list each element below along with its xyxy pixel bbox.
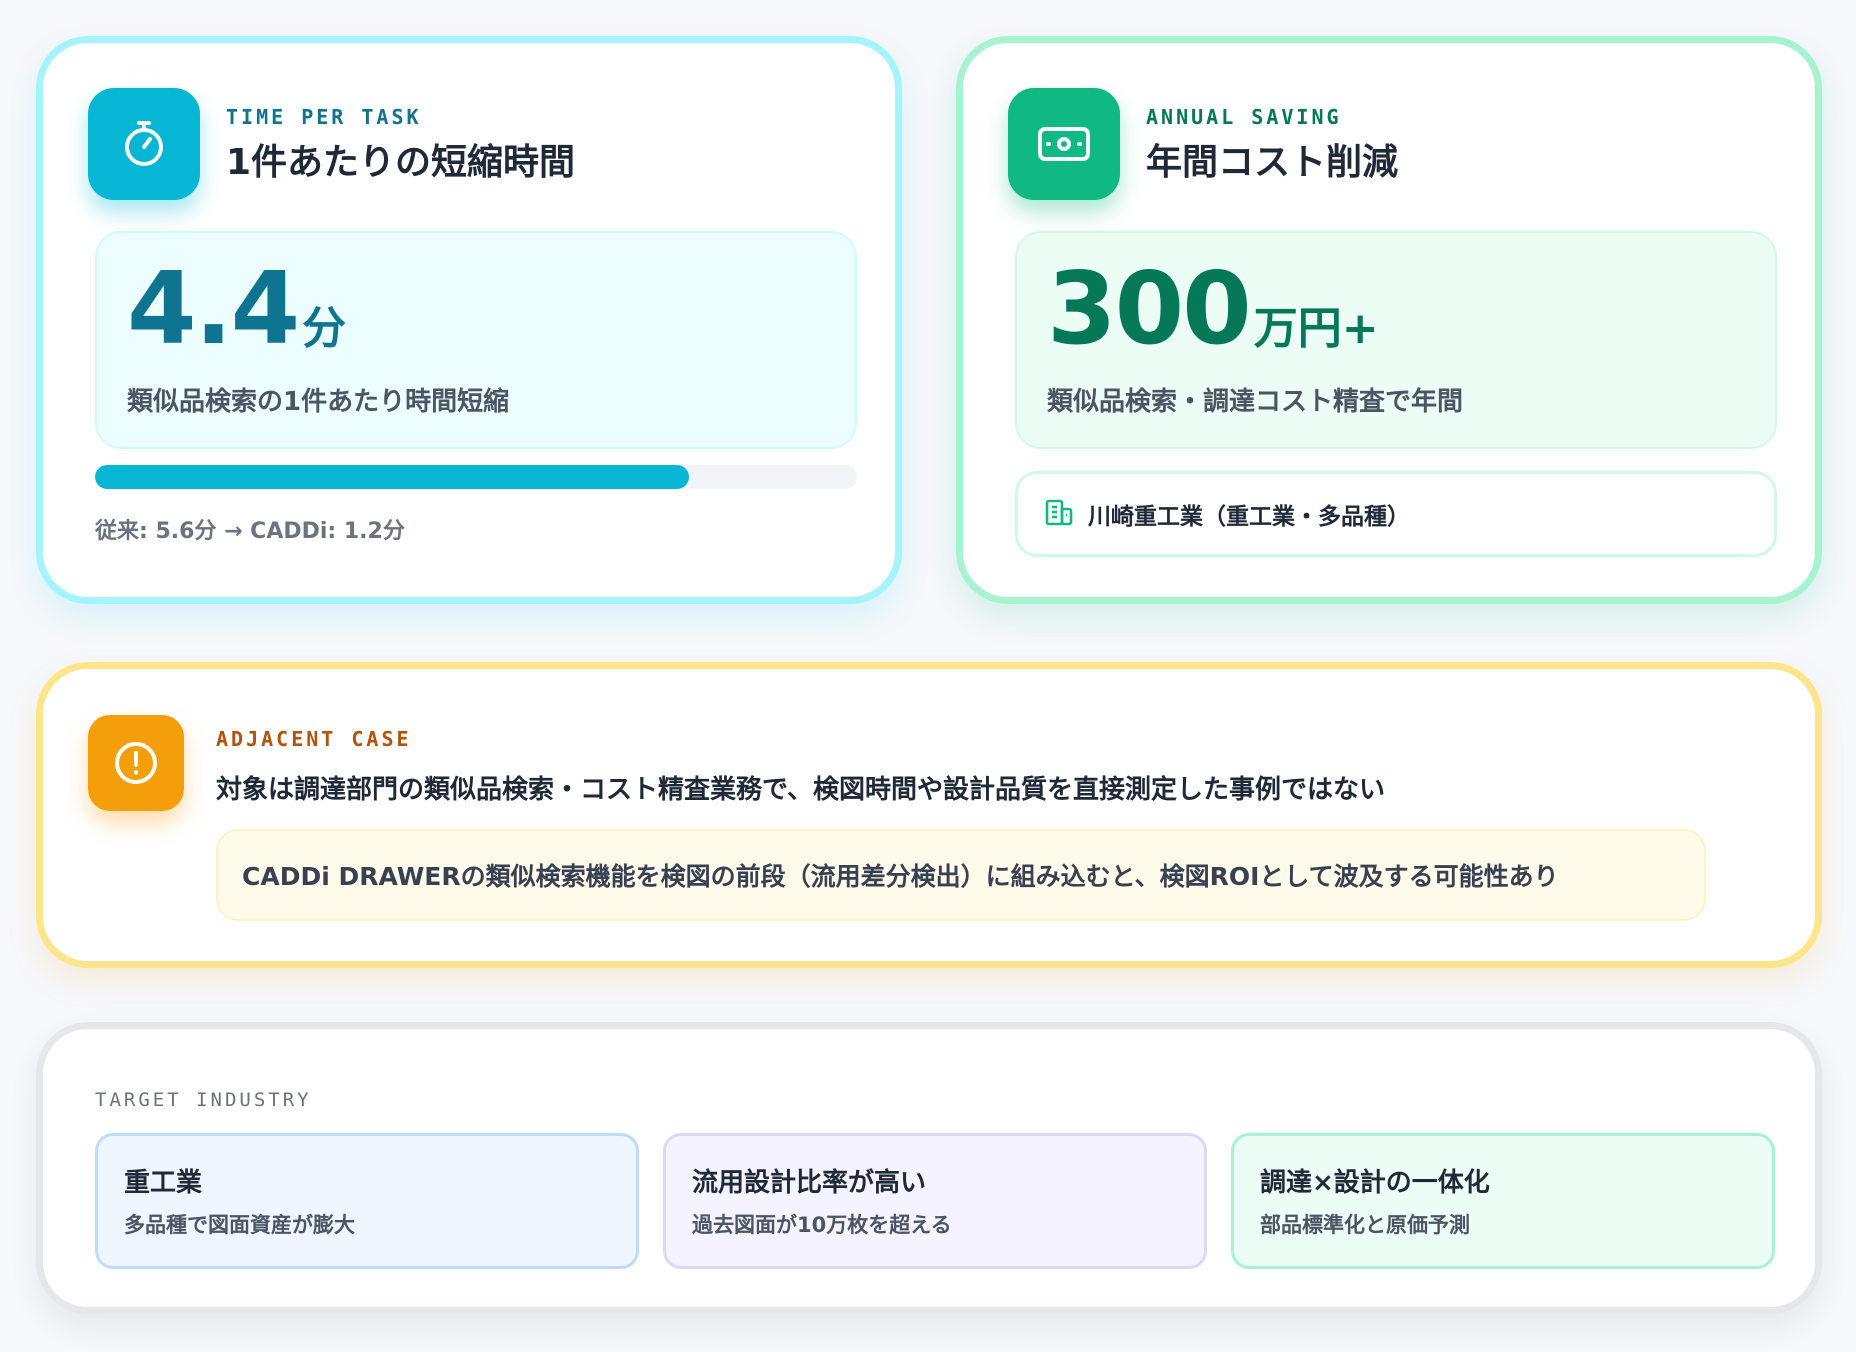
company-badge: 川崎重工業（重工業・多品種） — [1015, 471, 1777, 557]
saving-metric-caption: 類似品検索・調達コスト精査で年間 — [1047, 387, 1464, 417]
saving-eyebrow: ANNUAL SAVING — [1146, 105, 1342, 129]
saving-metric-number: 300 — [1047, 250, 1252, 367]
adjacent-case-title: 対象は調達部門の類似品検索・コスト精査業務で、検図時間や設計品質を直接測定した事… — [216, 775, 1385, 805]
time-metric-unit: 分 — [302, 303, 347, 354]
adjacent-case-card: ADJACENT CASE 対象は調達部門の類似品検索・コスト精査業務で、検図時… — [36, 662, 1822, 968]
target-industry-label: TARGET INDUSTRY — [95, 1089, 312, 1111]
time-comparison-note: 従来: 5.6分 → CADDi: 1.2分 — [95, 519, 405, 544]
saving-metric-box: 300万円+ 類似品検索・調達コスト精査で年間 — [1015, 231, 1777, 449]
time-metric-box: 4.4分 類似品検索の1件あたり時間短縮 — [95, 231, 857, 449]
annual-saving-card: ANNUAL SAVING 年間コスト削減 300万円+ 類似品検索・調達コスト… — [956, 36, 1822, 604]
industry-tile-title: 調達×設計の一体化 — [1260, 1168, 1490, 1198]
industry-tile-title: 重工業 — [124, 1168, 203, 1198]
stopwatch-icon — [88, 88, 200, 200]
saving-card-title: 年間コスト削減 — [1146, 142, 1399, 183]
adjacent-eyebrow: ADJACENT CASE — [216, 727, 412, 751]
time-progress-bar — [95, 465, 857, 489]
saving-metric-value: 300万円+ — [1047, 259, 1379, 359]
target-industry-card: TARGET INDUSTRY 重工業 多品種で図面資産が膨大 流用設計比率が高… — [36, 1022, 1822, 1314]
industry-tile-sub: 部品標準化と原価予測 — [1260, 1213, 1470, 1237]
industry-tile-sub: 過去図面が10万枚を超える — [692, 1213, 952, 1237]
time-metric-caption: 類似品検索の1件あたり時間短縮 — [127, 387, 510, 417]
industry-tile-heavy: 重工業 多品種で図面資産が膨大 — [95, 1133, 639, 1269]
time-card-title: 1件あたりの短縮時間 — [226, 142, 576, 183]
building-icon — [1044, 498, 1074, 530]
time-metric-value: 4.4分 — [127, 259, 346, 359]
adjacent-case-note: CADDi DRAWERの類似検索機能を検図の前段（流用差分検出）に組み込むと、… — [216, 829, 1706, 921]
time-per-task-card: TIME PER TASK 1件あたりの短縮時間 4.4分 類似品検索の1件あた… — [36, 36, 902, 604]
industry-tile-integration: 調達×設計の一体化 部品標準化と原価予測 — [1231, 1133, 1775, 1269]
industry-tile-reuse: 流用設計比率が高い 過去図面が10万枚を超える — [663, 1133, 1207, 1269]
industry-tile-sub: 多品種で図面資産が膨大 — [124, 1213, 355, 1237]
saving-metric-unit: 万円+ — [1253, 303, 1379, 354]
banknote-icon — [1008, 88, 1120, 200]
company-name: 川崎重工業（重工業・多品種） — [1088, 504, 1410, 530]
time-progress-fill — [95, 465, 690, 489]
time-eyebrow: TIME PER TASK — [226, 105, 422, 129]
industry-tile-title: 流用設計比率が高い — [692, 1168, 927, 1198]
time-metric-number: 4.4 — [127, 250, 300, 367]
alert-circle-icon — [88, 715, 184, 811]
